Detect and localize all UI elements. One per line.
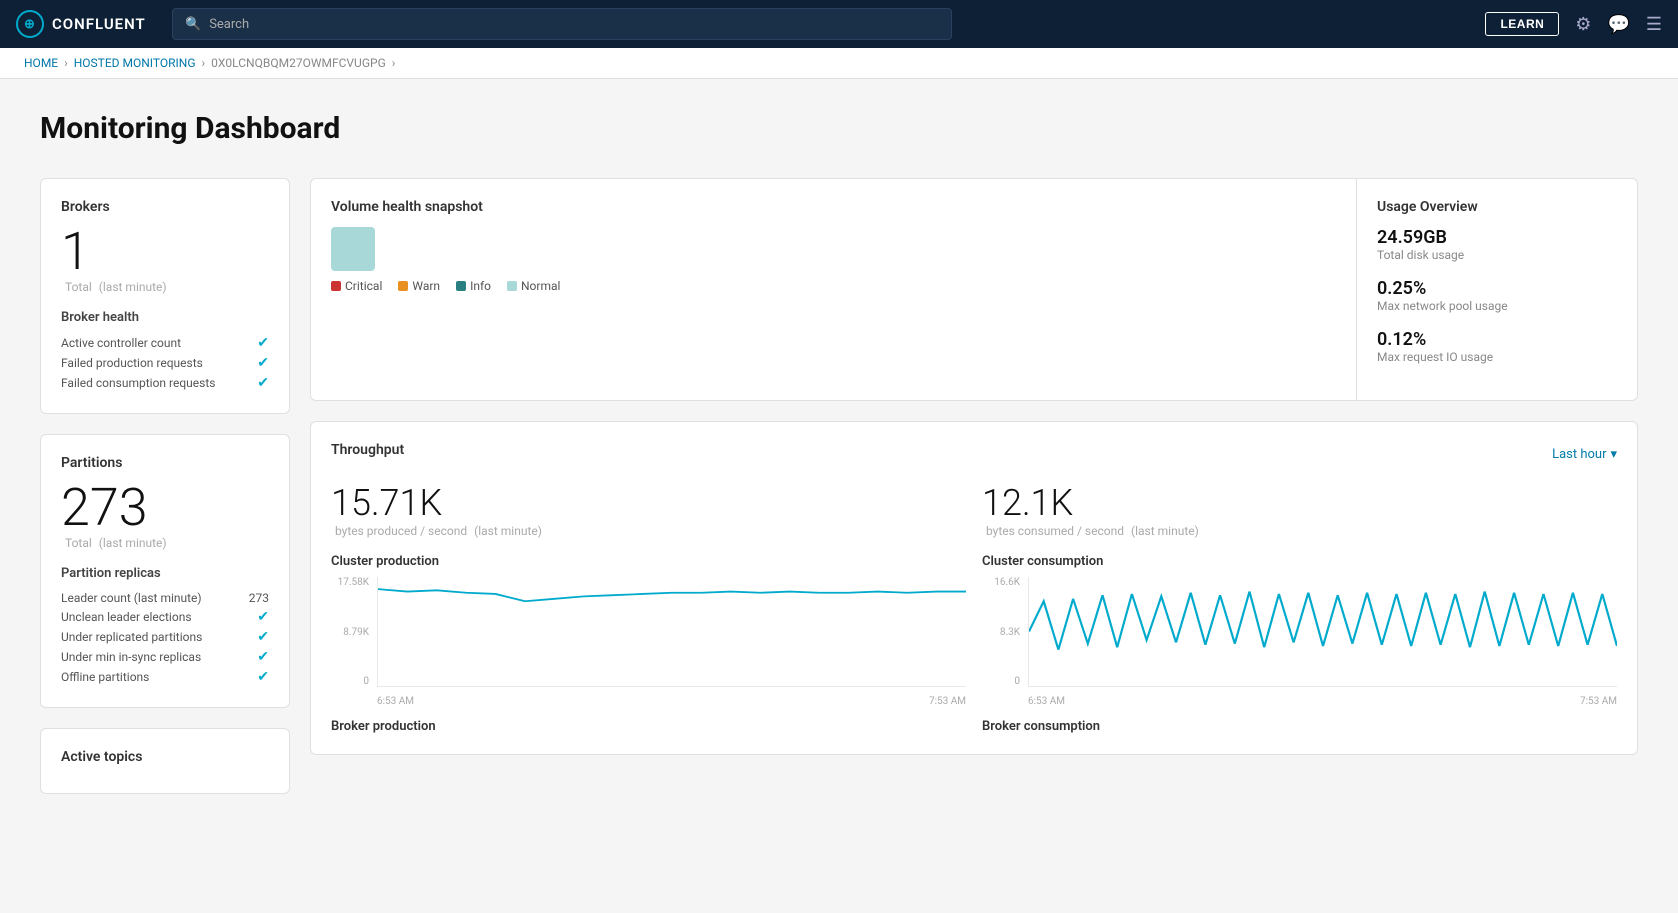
breadcrumb-sep3: › [392, 56, 396, 70]
logo-icon: ⊕ [16, 10, 44, 38]
breadcrumb-sep1: › [64, 56, 68, 70]
search-placeholder: Search [209, 17, 249, 32]
cluster-consumption-title: Cluster consumption [982, 554, 1617, 569]
breadcrumb-home[interactable]: HOME [24, 56, 58, 70]
bottom-chart-labels: Broker production Broker consumption [331, 719, 1617, 734]
check-icon-offline: ✔ [257, 669, 269, 685]
legend-critical: Critical [331, 279, 382, 293]
info-dot [456, 281, 466, 291]
search-icon: 🔍 [185, 17, 201, 32]
throughput-metrics: 15.71K bytes produced / second (last min… [331, 482, 1617, 538]
usage-title: Usage Overview [1377, 199, 1617, 215]
critical-dot [331, 281, 341, 291]
logo: ⊕ CONFLUENT [16, 10, 156, 38]
breadcrumb-cluster: 0X0LCNQBQM27OWMFCVUGPG [211, 56, 386, 70]
legend-normal: Normal [507, 279, 560, 293]
learn-button[interactable]: LEARN [1485, 12, 1559, 36]
consumed-value: 12.1K [982, 482, 1617, 524]
chevron-down-icon: ▾ [1610, 447, 1617, 462]
brokers-sub: Total (last minute) [61, 280, 269, 294]
logo-text: CONFLUENT [52, 15, 146, 33]
broker-health-title: Broker health [61, 310, 269, 325]
main-content: Monitoring Dashboard Brokers 1 Total (la… [0, 79, 1678, 826]
usage-io: 0.12% Max request IO usage [1377, 329, 1617, 364]
left-column: Brokers 1 Total (last minute) Broker hea… [40, 178, 290, 794]
health-item-1: Active controller count ✔ [61, 333, 269, 353]
brokers-title: Brokers [61, 199, 269, 215]
health-item-2: Failed production requests ✔ [61, 353, 269, 373]
check-icon-1: ✔ [257, 335, 269, 351]
replica-item-min-isr: Under min in-sync replicas ✔ [61, 647, 269, 667]
active-topics-title: Active topics [61, 749, 269, 765]
chat-icon[interactable]: 💬 [1607, 14, 1629, 35]
check-icon-2: ✔ [257, 355, 269, 371]
volume-health-section: Volume health snapshot Critical Warn [311, 179, 1357, 400]
partitions-title: Partitions [61, 455, 269, 471]
consumed-label: bytes consumed / second (last minute) [982, 524, 1617, 538]
normal-dot [507, 281, 517, 291]
produced-label: bytes produced / second (last minute) [331, 524, 966, 538]
throughput-header: Throughput Last hour ▾ [331, 442, 1617, 466]
check-icon-unclean: ✔ [257, 609, 269, 625]
time-select-label: Last hour [1552, 447, 1606, 462]
warn-dot [398, 281, 408, 291]
settings-icon[interactable]: ⚙ [1575, 14, 1591, 35]
throughput-title: Throughput [331, 442, 404, 458]
top-nav: ⊕ CONFLUENT 🔍 Search LEARN ⚙ 💬 ☰ [0, 0, 1678, 48]
volume-box [331, 227, 375, 271]
cluster-production-title: Cluster production [331, 554, 966, 569]
cluster-production-chart: Cluster production 17.58K 8.79K 0 [331, 554, 966, 707]
search-bar[interactable]: 🔍 Search [172, 8, 952, 40]
partitions-count: 273 [61, 479, 269, 536]
partitions-sub: Total (last minute) [61, 536, 269, 550]
replica-item-under-rep: Under replicated partitions ✔ [61, 627, 269, 647]
volume-usage-row: Volume health snapshot Critical Warn [310, 178, 1638, 401]
page-title: Monitoring Dashboard [40, 111, 1638, 146]
menu-icon[interactable]: ☰ [1646, 14, 1662, 35]
dashboard-grid: Brokers 1 Total (last minute) Broker hea… [40, 178, 1638, 794]
charts-grid: Cluster production 17.58K 8.79K 0 [331, 554, 1617, 707]
right-column: Volume health snapshot Critical Warn [310, 178, 1638, 794]
usage-overview-section: Usage Overview 24.59GB Total disk usage … [1357, 179, 1637, 400]
check-icon-under-rep: ✔ [257, 629, 269, 645]
cluster-consumption-chart: Cluster consumption 16.6K 8.3K 0 [982, 554, 1617, 707]
replica-item-offline: Offline partitions ✔ [61, 667, 269, 687]
nav-right: LEARN ⚙ 💬 ☰ [1485, 12, 1662, 36]
consumed-metric: 12.1K bytes consumed / second (last minu… [982, 482, 1617, 538]
volume-legend: Critical Warn Info Normal [331, 279, 1336, 293]
usage-network: 0.25% Max network pool usage [1377, 278, 1617, 313]
throughput-card: Throughput Last hour ▾ 15.71K bytes prod… [310, 421, 1638, 755]
active-topics-card: Active topics [40, 728, 290, 794]
broker-production-title: Broker production [331, 719, 966, 734]
produced-metric: 15.71K bytes produced / second (last min… [331, 482, 966, 538]
brokers-card: Brokers 1 Total (last minute) Broker hea… [40, 178, 290, 414]
usage-disk: 24.59GB Total disk usage [1377, 227, 1617, 262]
time-select[interactable]: Last hour ▾ [1552, 447, 1617, 462]
check-icon-3: ✔ [257, 375, 269, 391]
volume-title: Volume health snapshot [331, 199, 1336, 215]
breadcrumb-hosted[interactable]: HOSTED MONITORING [74, 56, 196, 70]
legend-info: Info [456, 279, 491, 293]
breadcrumb-sep2: › [202, 56, 206, 70]
broker-consumption-title: Broker consumption [982, 719, 1617, 734]
health-item-3: Failed consumption requests ✔ [61, 373, 269, 393]
replicas-title: Partition replicas [61, 566, 269, 581]
brokers-count: 1 [61, 223, 269, 280]
partitions-card: Partitions 273 Total (last minute) Parti… [40, 434, 290, 708]
produced-value: 15.71K [331, 482, 966, 524]
check-icon-min-isr: ✔ [257, 649, 269, 665]
legend-warn: Warn [398, 279, 440, 293]
replica-item-unclean: Unclean leader elections ✔ [61, 607, 269, 627]
replica-item-leader: Leader count (last minute) 273 [61, 589, 269, 607]
breadcrumb: HOME › HOSTED MONITORING › 0X0LCNQBQM27O… [0, 48, 1678, 79]
